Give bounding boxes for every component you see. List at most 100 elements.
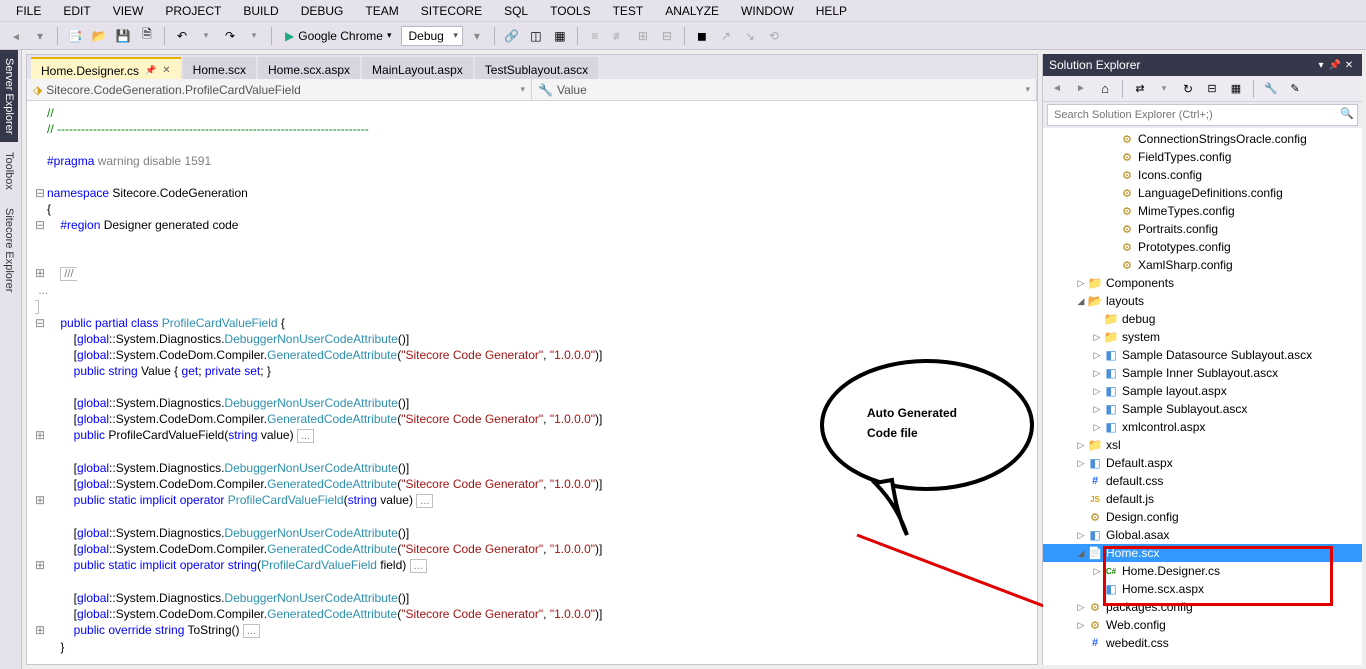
expand-arrow[interactable]: ◢ xyxy=(1075,296,1087,307)
toolbar-icon[interactable]: ⊞ xyxy=(633,26,653,46)
tree-node[interactable]: XamlSharp.config xyxy=(1043,256,1362,274)
tree-node[interactable]: default.css xyxy=(1043,472,1362,490)
editor-tab[interactable]: Home.Designer.cs📌✕ xyxy=(31,57,181,79)
scope-dropdown[interactable]: ▾ xyxy=(1154,79,1174,99)
toolbar-icon[interactable]: ◼ xyxy=(692,26,712,46)
undo-button[interactable]: ↶ xyxy=(172,26,192,46)
expand-arrow[interactable]: ▷ xyxy=(1075,458,1087,469)
menu-tools[interactable]: TOOLS xyxy=(540,2,600,20)
expand-arrow[interactable]: ▷ xyxy=(1075,530,1087,541)
editor-tab[interactable]: MainLayout.aspx xyxy=(362,57,473,79)
expand-arrow[interactable]: ▷ xyxy=(1091,350,1103,361)
toolbar-icon[interactable]: ◫ xyxy=(526,26,546,46)
solution-search-input[interactable] xyxy=(1047,104,1358,126)
dock-tab-toolbox[interactable]: Toolbox xyxy=(0,144,18,198)
show-all-button[interactable] xyxy=(1226,79,1246,99)
tree-node[interactable]: ▷system xyxy=(1043,328,1362,346)
expand-arrow[interactable]: ▷ xyxy=(1075,278,1087,289)
expand-arrow[interactable]: ▷ xyxy=(1091,386,1103,397)
close-icon[interactable]: ✕ xyxy=(162,65,170,76)
menu-edit[interactable]: EDIT xyxy=(53,2,100,20)
tree-node[interactable]: Home.scx.aspx xyxy=(1043,580,1362,598)
menu-sql[interactable]: SQL xyxy=(494,2,538,20)
tree-node[interactable]: ◢layouts xyxy=(1043,292,1362,310)
tree-node[interactable]: Design.config xyxy=(1043,508,1362,526)
preview-button[interactable] xyxy=(1285,79,1305,99)
toolbar-icon[interactable]: ↗ xyxy=(716,26,736,46)
tree-node[interactable]: FieldTypes.config xyxy=(1043,148,1362,166)
browser-link-button[interactable]: 🔗 xyxy=(502,26,522,46)
tree-node[interactable]: ▷packages.config xyxy=(1043,598,1362,616)
tree-node[interactable]: MimeTypes.config xyxy=(1043,202,1362,220)
menu-test[interactable]: TEST xyxy=(603,2,654,20)
open-file-button[interactable]: 📂 xyxy=(89,26,109,46)
pin-icon[interactable]: 📌 xyxy=(145,65,156,76)
editor-tab[interactable]: TestSublayout.ascx xyxy=(475,57,598,79)
expand-arrow[interactable]: ▷ xyxy=(1075,620,1087,631)
tree-node[interactable]: default.js xyxy=(1043,490,1362,508)
toolbar-icon[interactable]: ▦ xyxy=(550,26,570,46)
menu-window[interactable]: WINDOW xyxy=(731,2,804,20)
toolbar-icon[interactable]: ⟲ xyxy=(764,26,784,46)
menu-view[interactable]: VIEW xyxy=(103,2,154,20)
tree-node[interactable]: ▷Default.aspx xyxy=(1043,454,1362,472)
close-button[interactable]: ✕ xyxy=(1342,60,1356,71)
home-button[interactable] xyxy=(1095,79,1115,99)
tree-node[interactable]: ◢Home.scx xyxy=(1043,544,1362,562)
editor-tab[interactable]: Home.scx xyxy=(183,57,256,79)
refresh-button[interactable] xyxy=(1178,79,1198,99)
solution-tree[interactable]: ConnectionStringsOracle.configFieldTypes… xyxy=(1043,128,1362,665)
tree-node[interactable]: webedit.css xyxy=(1043,634,1362,652)
uncomment-button[interactable]: ≢ xyxy=(609,26,629,46)
expand-arrow[interactable]: ▷ xyxy=(1091,404,1103,415)
nav-back-button[interactable] xyxy=(6,26,26,46)
tree-node[interactable]: Icons.config xyxy=(1043,166,1362,184)
tree-node[interactable]: ▷Sample layout.aspx xyxy=(1043,382,1362,400)
properties-button[interactable] xyxy=(1261,79,1281,99)
tree-node[interactable]: debug xyxy=(1043,310,1362,328)
back-button[interactable] xyxy=(1047,79,1067,99)
menu-analyze[interactable]: ANALYZE xyxy=(655,2,729,20)
new-project-button[interactable]: 📑 xyxy=(65,26,85,46)
tree-node[interactable]: Prototypes.config xyxy=(1043,238,1362,256)
sync-button[interactable] xyxy=(1130,79,1150,99)
tree-node[interactable]: ▷xsl xyxy=(1043,436,1362,454)
toolbar-icon[interactable]: ↘ xyxy=(740,26,760,46)
menu-help[interactable]: HELP xyxy=(806,2,857,20)
dock-tab-server-explorer[interactable]: Server Explorer xyxy=(0,50,18,142)
save-all-button[interactable]: 🗎 xyxy=(137,26,157,46)
comment-button[interactable]: ≡ xyxy=(585,26,605,46)
expand-arrow[interactable]: ▷ xyxy=(1091,566,1103,577)
collapse-all-button[interactable] xyxy=(1202,79,1222,99)
tree-node[interactable]: ▷Sample Datasource Sublayout.ascx xyxy=(1043,346,1362,364)
menu-file[interactable]: FILE xyxy=(6,2,51,20)
tree-node[interactable]: ▷Sample Sublayout.ascx xyxy=(1043,400,1362,418)
expand-arrow[interactable]: ▷ xyxy=(1091,422,1103,433)
forward-button[interactable] xyxy=(1071,79,1091,99)
menu-team[interactable]: TEAM xyxy=(355,2,408,20)
pin-button[interactable]: 📌 xyxy=(1328,60,1342,71)
save-button[interactable]: 💾 xyxy=(113,26,133,46)
type-dropdown[interactable]: ⬗Sitecore.CodeGeneration.ProfileCardValu… xyxy=(27,79,532,100)
window-dropdown-button[interactable]: ▾ xyxy=(1314,60,1328,71)
nav-forward-dropdown[interactable]: ▾ xyxy=(30,26,50,46)
undo-dropdown[interactable]: ▾ xyxy=(196,26,216,46)
expand-arrow[interactable]: ▷ xyxy=(1091,368,1103,379)
menu-build[interactable]: BUILD xyxy=(233,2,288,20)
expand-arrow[interactable]: ▷ xyxy=(1091,332,1103,343)
tree-node[interactable]: ▷Web.config xyxy=(1043,616,1362,634)
toolbar-button[interactable]: ▾ xyxy=(467,26,487,46)
tree-node[interactable]: LanguageDefinitions.config xyxy=(1043,184,1362,202)
dock-tab-sitecore-explorer[interactable]: Sitecore Explorer xyxy=(0,200,18,300)
config-dropdown[interactable]: Debug xyxy=(401,26,462,46)
tree-node[interactable]: ConnectionStringsOracle.config xyxy=(1043,130,1362,148)
tree-node[interactable]: ▷Sample Inner Sublayout.ascx xyxy=(1043,364,1362,382)
start-debug-button[interactable]: Google Chrome ▾ xyxy=(279,29,397,43)
member-dropdown[interactable]: 🔧Value xyxy=(532,79,1037,100)
menu-sitecore[interactable]: SITECORE xyxy=(411,2,492,20)
editor-tab[interactable]: Home.scx.aspx xyxy=(258,57,360,79)
solution-search[interactable] xyxy=(1047,104,1358,126)
tree-node[interactable]: ▷Components xyxy=(1043,274,1362,292)
tree-node[interactable]: ▷Home.Designer.cs xyxy=(1043,562,1362,580)
tree-node[interactable]: Portraits.config xyxy=(1043,220,1362,238)
